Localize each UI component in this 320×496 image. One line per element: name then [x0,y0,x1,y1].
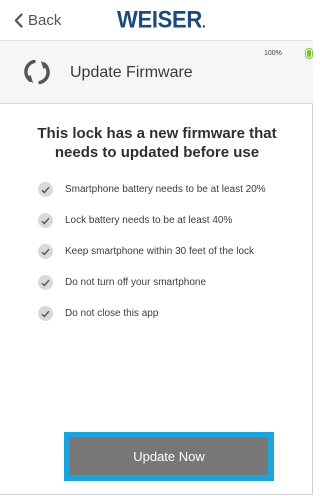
firmware-header: 100% Update Firmware [0,40,313,104]
checkmark-icon [38,213,53,228]
weiser-logo: WEISER. [117,6,206,34]
checkmark-icon [38,306,53,321]
logo-dot: . [202,13,206,31]
list-item: Keep smartphone within 30 feet of the lo… [38,244,298,259]
checkmark-icon [38,244,53,259]
firmware-headline: This lock has a new firmware that needs … [37,125,277,161]
list-item: Lock battery needs to be at least 40% [38,213,298,228]
requirements-list: Smartphone battery needs to be at least … [38,182,298,337]
checkmark-icon [38,275,53,290]
back-label: Back [28,12,62,29]
checkmark-icon [38,182,53,197]
logo-text: WEISER [117,5,202,33]
requirement-text: Do not turn off your smartphone [65,277,207,288]
list-item: Smartphone battery needs to be at least … [38,182,298,197]
nav-bar: Back WEISER. [0,0,313,40]
battery-icon [305,48,313,59]
list-item: Do not close this app [38,306,298,321]
requirement-text: Smartphone battery needs to be at least … [65,184,266,195]
page-title: Update Firmware [70,64,193,81]
requirement-text: Do not close this app [65,308,159,319]
back-button[interactable]: Back [14,12,61,29]
list-item: Do not turn off your smartphone [38,275,298,290]
requirement-text: Keep smartphone within 30 feet of the lo… [65,246,255,257]
chevron-left-icon [14,13,23,28]
requirement-text: Lock battery needs to be at least 40% [65,215,233,226]
sync-icon [24,59,50,85]
update-now-button[interactable]: Update Now [70,437,268,475]
battery-percent: 100% [264,50,282,57]
